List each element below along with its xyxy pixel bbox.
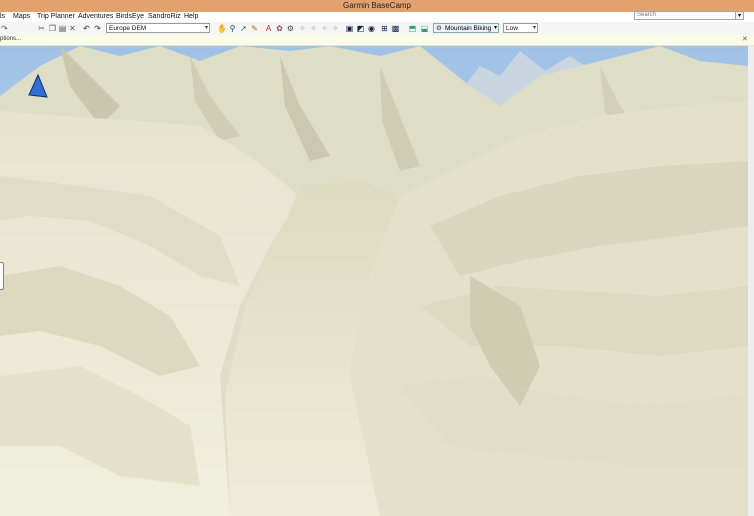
detail-level-value: Low bbox=[506, 25, 518, 32]
select-tool-icon[interactable]: ➚ bbox=[239, 24, 248, 33]
menu-item-adventures[interactable]: Adventures bbox=[78, 13, 113, 20]
close-icon[interactable]: ✕ bbox=[742, 35, 748, 43]
2d-map-icon[interactable]: ▣ bbox=[345, 24, 354, 33]
activity-profile-select[interactable]: ⚙ Mountain Biking ▾ bbox=[433, 23, 499, 33]
photo-icon[interactable]: ▩ bbox=[391, 24, 400, 33]
measure-icon[interactable]: ✎ bbox=[250, 24, 259, 33]
cut-icon[interactable]: ✂ bbox=[37, 24, 46, 33]
search-input[interactable] bbox=[634, 11, 736, 20]
redo-icon[interactable]: ↷ bbox=[93, 24, 102, 33]
chevron-down-icon: ▾ bbox=[493, 25, 497, 31]
text-tool-icon[interactable]: A bbox=[264, 24, 273, 33]
divide-icon[interactable]: ✧ bbox=[309, 24, 318, 33]
notification-bar: ptions... ✕ bbox=[0, 35, 754, 46]
send-to-device-icon[interactable]: ⬓ bbox=[420, 24, 429, 33]
scrollbar[interactable] bbox=[748, 46, 754, 516]
chevron-down-icon: ▾ bbox=[532, 25, 536, 31]
menu-item-trip-planner[interactable]: Trip Planner bbox=[37, 13, 75, 20]
hand-tool-icon[interactable]: ✋ bbox=[217, 24, 227, 33]
activity-profile-value: Mountain Biking bbox=[445, 25, 492, 32]
zoom-icon[interactable]: ⚲ bbox=[228, 24, 237, 33]
menu-item-birdseye[interactable]: BirdsEye bbox=[116, 13, 144, 20]
3d-map-icon[interactable]: ◩ bbox=[356, 24, 365, 33]
bike-icon: ⚙ bbox=[436, 25, 442, 32]
position-marker-icon[interactable] bbox=[28, 74, 48, 98]
detail-level-select[interactable]: Low ▾ bbox=[503, 23, 538, 33]
globe-icon[interactable]: ◉ bbox=[367, 24, 376, 33]
map-product-value: Europe DEM bbox=[109, 25, 147, 32]
waypoint-icon[interactable]: ✿ bbox=[275, 24, 284, 33]
receive-from-device-icon[interactable]: ⬒ bbox=[408, 24, 417, 33]
side-panel-toggle[interactable] bbox=[0, 262, 4, 290]
window-title: Garmin BaseCamp bbox=[342, 1, 412, 10]
undo-icon[interactable]: ↶ bbox=[82, 24, 91, 33]
track-icon[interactable]: ✧ bbox=[298, 24, 307, 33]
copy-icon[interactable]: ❐ bbox=[48, 24, 57, 33]
3d-terrain-map[interactable] bbox=[0, 46, 748, 516]
chevron-down-icon: ▾ bbox=[204, 25, 208, 31]
map-product-select[interactable]: Europe DEM ▾ bbox=[106, 23, 210, 33]
paste-icon[interactable]: ▤ bbox=[58, 24, 67, 33]
terrain-render bbox=[0, 46, 748, 516]
menu-item-help[interactable]: Help bbox=[184, 13, 198, 20]
redo-partial-icon[interactable]: ↷ bbox=[0, 24, 9, 33]
search-dropdown-button[interactable]: ▾ bbox=[735, 11, 744, 20]
grid-icon[interactable]: ⊞ bbox=[380, 24, 389, 33]
filter-icon[interactable]: ✧ bbox=[331, 24, 340, 33]
notification-text[interactable]: ptions... bbox=[0, 36, 21, 42]
menu-item-tools[interactable]: ls bbox=[0, 13, 5, 20]
menu-item-sandroriz[interactable]: SandroRiz bbox=[148, 13, 181, 20]
menu-item-maps[interactable]: Maps bbox=[13, 13, 30, 20]
route-icon[interactable]: ⚙ bbox=[286, 24, 295, 33]
delete-icon[interactable]: ✕ bbox=[68, 24, 77, 33]
join-icon[interactable]: ✧ bbox=[320, 24, 329, 33]
